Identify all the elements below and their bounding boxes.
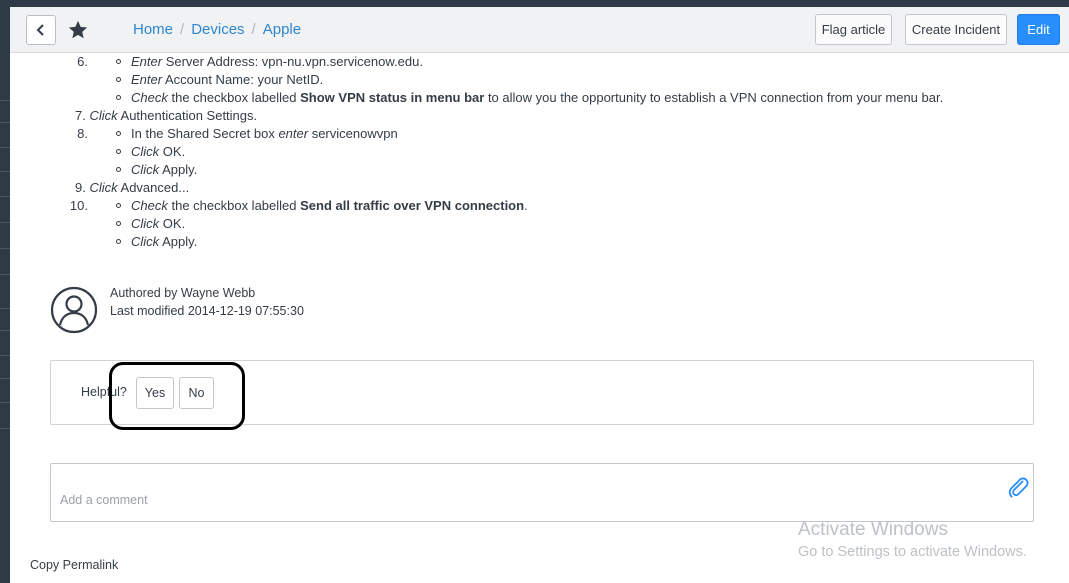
activation-watermark-subtitle: Go to Settings to activate Windows. — [798, 544, 1027, 560]
breadcrumb-devices[interactable]: Devices — [191, 21, 244, 38]
list-number: 6. — [77, 54, 88, 69]
paperclip-icon[interactable] — [1006, 475, 1030, 499]
list-number: 8. — [77, 126, 88, 141]
helpful-yes-button[interactable]: Yes — [136, 377, 174, 409]
list-item: Click OK. — [131, 144, 186, 159]
breadcrumb: Home / Devices / Apple — [133, 21, 301, 38]
list-item: Click Apply. — [131, 234, 198, 249]
list-number: 10. — [69, 198, 88, 213]
comment-input[interactable] — [51, 464, 991, 521]
list-item: Check the checkbox labelled Send all tra… — [131, 198, 528, 213]
authored-by: Authored by Wayne Webb — [110, 286, 256, 300]
list-item: Check the checkbox labelled Show VPN sta… — [131, 90, 944, 105]
list-item: Click Apply. — [131, 162, 198, 177]
chevron-left-icon — [36, 24, 44, 36]
list-item: Enter Server Address: vpn-nu.vpn.service… — [131, 54, 423, 69]
list-bullet — [116, 131, 121, 136]
list-bullet — [116, 239, 121, 244]
breadcrumb-home[interactable]: Home — [133, 21, 173, 38]
list-bullet — [116, 221, 121, 226]
list-bullet — [116, 95, 121, 100]
list-bullet — [116, 167, 121, 172]
helpful-label: Helpful? — [81, 385, 127, 399]
window-top-edge — [0, 0, 1069, 7]
helpful-no-button[interactable]: No — [179, 377, 214, 409]
list-item: In the Shared Secret box enter serviceno… — [131, 126, 398, 141]
list-item: Click OK. — [131, 216, 186, 231]
list-item: 7. Click Authentication Settings. — [75, 108, 258, 123]
breadcrumb-apple[interactable]: Apple — [263, 21, 301, 38]
create-incident-button[interactable]: Create Incident — [905, 14, 1007, 45]
edit-button[interactable]: Edit — [1017, 14, 1060, 45]
back-button[interactable] — [26, 15, 56, 45]
left-app-strip — [0, 0, 10, 583]
list-item: Enter Account Name: your NetID. — [131, 72, 324, 87]
breadcrumb-separator: / — [180, 21, 185, 38]
list-bullet — [116, 149, 121, 154]
favorite-button[interactable] — [65, 17, 91, 43]
list-bullet — [116, 77, 121, 82]
article-page: Home / Devices / Apple Flag article Crea… — [10, 7, 1069, 583]
list-item: 9. Click Advanced... — [75, 180, 190, 195]
last-modified: Last modified 2014-12-19 07:55:30 — [110, 304, 304, 318]
star-icon — [68, 20, 88, 39]
article-header-bar: Home / Devices / Apple Flag article Crea… — [10, 7, 1069, 53]
flag-article-button[interactable]: Flag article — [815, 14, 892, 45]
breadcrumb-separator: / — [251, 21, 256, 38]
user-avatar-icon — [50, 286, 98, 334]
activation-watermark-title: Activate Windows — [798, 519, 948, 540]
copy-permalink-link[interactable]: Copy Permalink — [30, 558, 118, 572]
list-bullet — [116, 59, 121, 64]
list-bullet — [116, 203, 121, 208]
